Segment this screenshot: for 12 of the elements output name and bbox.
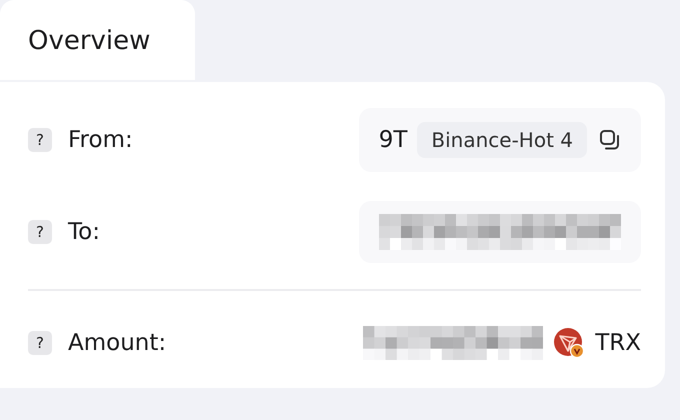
help-button[interactable]: ? — [28, 128, 52, 152]
copy-icon[interactable] — [599, 129, 621, 151]
currency-label: TRX — [595, 330, 641, 356]
trx-coin-icon — [553, 327, 586, 359]
field-label: From: — [68, 127, 133, 153]
address-text: 9T — [378, 127, 408, 153]
help-button[interactable]: ? — [28, 220, 52, 244]
address-tag: Binance-Hot 4 — [417, 122, 587, 158]
field-label: Amount: — [68, 330, 166, 356]
help-button[interactable]: ? — [28, 331, 52, 355]
field-label: To: — [68, 219, 100, 245]
overview-tab[interactable]: Overview — [0, 0, 195, 80]
